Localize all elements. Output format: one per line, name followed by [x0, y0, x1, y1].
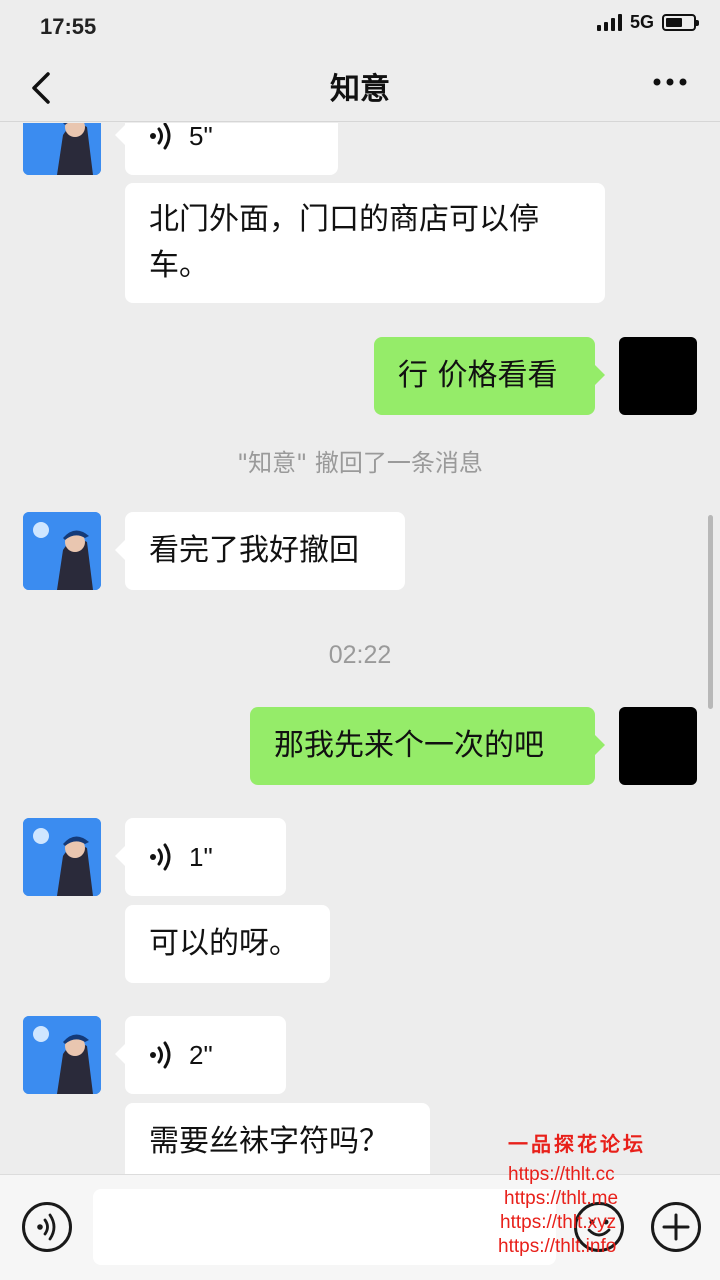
- more-button[interactable]: [650, 72, 690, 102]
- ellipsis-icon: [653, 78, 687, 86]
- status-time: 17:55: [40, 14, 97, 39]
- message-text: 那我先来个一次的吧: [274, 728, 544, 763]
- avatar-image: [23, 123, 101, 175]
- voice-input-icon: [37, 1213, 56, 1241]
- signal-icon: [596, 13, 622, 31]
- avatar-image: [23, 512, 101, 590]
- my-avatar[interactable]: [619, 707, 697, 785]
- watermark-url: https://thlt.me: [504, 1188, 619, 1209]
- my-avatar[interactable]: [619, 337, 697, 415]
- message-text: 行 价格看看: [398, 358, 558, 393]
- voice-wave-icon: [150, 843, 171, 871]
- voice-duration: 5": [189, 123, 213, 151]
- contact-avatar[interactable]: [23, 1016, 101, 1094]
- battery-icon: [662, 13, 699, 31]
- voice-input-button[interactable]: [22, 1202, 72, 1252]
- network-type: 5G: [629, 11, 654, 32]
- avatar-image: [23, 1016, 101, 1094]
- message-input[interactable]: [93, 1189, 556, 1265]
- avatar-image: [23, 818, 101, 896]
- contact-avatar[interactable]: [23, 123, 101, 175]
- scrollbar[interactable]: [708, 515, 713, 709]
- chat-area[interactable]: 5" 北门外面，门口的商店可以停 车。 行 价格看看 "知意" 撤回了一条消息 …: [0, 123, 720, 1174]
- watermark-url: https://thlt.xyz: [500, 1212, 617, 1233]
- nav-bar: 知意: [0, 52, 720, 122]
- text-message-outgoing[interactable]: 行 价格看看: [374, 337, 605, 415]
- message-text: 可以的呀。: [149, 926, 299, 961]
- status-bar: 17:55 5G: [0, 0, 720, 52]
- chat-title: 知意: [330, 72, 390, 107]
- text-message-outgoing[interactable]: 那我先来个一次的吧: [250, 707, 605, 785]
- message-text: 需要丝袜字符吗？: [149, 1124, 389, 1159]
- text-message[interactable]: 需要丝袜字符吗？: [125, 1103, 430, 1174]
- voice-duration: 2": [189, 1040, 213, 1070]
- voice-message[interactable]: 5": [115, 123, 338, 175]
- message-text: 看完了我好撤回: [149, 533, 359, 568]
- status-indicators: 5G: [596, 10, 699, 34]
- watermark-url: https://thlt.info: [498, 1236, 617, 1257]
- text-message[interactable]: 可以的呀。: [125, 905, 330, 983]
- watermark: 一品探花论坛 https://thlt.cc https://thlt.me h…: [498, 1128, 668, 1259]
- recall-notice: "知意" 撤回了一条消息: [237, 449, 483, 477]
- message-line: 车。: [149, 248, 209, 283]
- voice-wave-icon: [150, 123, 171, 150]
- message-line: 北门外面，门口的商店可以停: [149, 202, 539, 237]
- battery-level: [666, 17, 682, 27]
- contact-avatar[interactable]: [23, 512, 101, 590]
- text-message[interactable]: 北门外面，门口的商店可以停 车。: [125, 183, 605, 303]
- voice-message[interactable]: 2": [115, 1016, 286, 1094]
- voice-duration: 1": [189, 842, 213, 872]
- timestamp: 02:22: [328, 641, 392, 669]
- contact-avatar[interactable]: [23, 818, 101, 896]
- watermark-url: https://thlt.cc: [508, 1164, 615, 1185]
- voice-wave-icon: [150, 1041, 171, 1069]
- watermark-title: 一品探花论坛: [508, 1132, 646, 1156]
- text-message[interactable]: 看完了我好撤回: [115, 512, 405, 590]
- voice-message[interactable]: 1": [115, 818, 286, 896]
